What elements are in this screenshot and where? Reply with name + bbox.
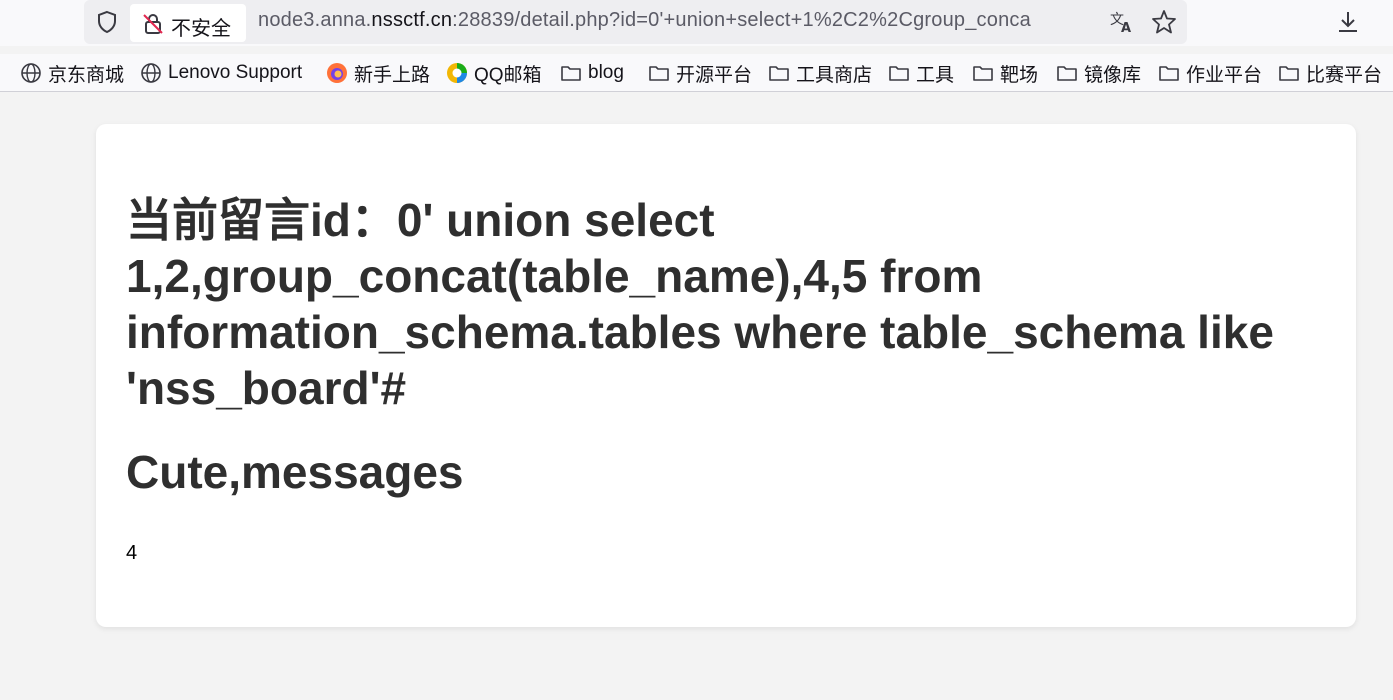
folder-icon: [561, 66, 581, 81]
bookmark-label: 比赛平台: [1306, 64, 1383, 86]
bookmark-item[interactable]: 工具: [888, 60, 954, 86]
bookmark-label: 工具: [916, 64, 955, 86]
folder-icon: [1057, 66, 1077, 81]
tracking-protection-shield-icon[interactable]: [94, 9, 120, 35]
bookmark-label: Lenovo Support: [168, 62, 303, 83]
bookmark-item[interactable]: 开源平台: [648, 60, 752, 86]
folder-icon: [1159, 66, 1179, 81]
globe-icon: [141, 63, 161, 83]
bookmarks-toolbar: 京东商城 Lenovo Support 新手上路 QQ邮箱 blog 开源平台 …: [0, 54, 1393, 92]
bookmark-label: 靶场: [1000, 64, 1039, 86]
bookmark-item[interactable]: 京东商城: [20, 60, 124, 86]
site-security-indicator[interactable]: 不安全: [130, 4, 246, 42]
bookmark-label: 京东商城: [48, 64, 125, 86]
bookmark-label: QQ邮箱: [474, 64, 542, 86]
insecure-lock-icon: [143, 14, 163, 34]
bookmark-item[interactable]: QQ邮箱: [446, 60, 542, 86]
qqmail-icon: [447, 63, 467, 83]
url-text[interactable]: node3.anna.nssctf.cn:28839/detail.php?id…: [258, 9, 1098, 37]
url-prefix: node3.anna.: [258, 9, 372, 31]
bookmark-item[interactable]: 新手上路: [326, 60, 430, 86]
message-card: 当前留言id：0' union select 1,2,group_concat(…: [96, 124, 1356, 627]
security-label: 不安全: [171, 16, 231, 40]
message-id-heading: 当前留言id：0' union select 1,2,group_concat(…: [126, 194, 1274, 414]
url-path: :28839/detail.php?id=0'+union+select+1%2…: [452, 9, 1031, 31]
browser-toolbar: 不安全 node3.anna.nssctf.cn:28839/detail.ph…: [0, 0, 1393, 46]
bookmark-item[interactable]: blog: [560, 60, 624, 86]
folder-icon: [649, 66, 669, 81]
svg-text:A: A: [1121, 21, 1131, 36]
message-content: 4: [126, 542, 138, 564]
firefox-icon: [327, 63, 347, 83]
bookmark-item[interactable]: 镜像库: [1056, 60, 1141, 86]
bookmark-star-icon[interactable]: [1150, 8, 1178, 36]
folder-icon: [769, 66, 789, 81]
folder-icon: [889, 66, 909, 81]
bookmark-label: 镜像库: [1084, 64, 1142, 86]
bookmark-label: 开源平台: [676, 64, 753, 86]
downloads-icon[interactable]: [1334, 8, 1362, 36]
bookmark-label: 工具商店: [796, 64, 873, 86]
url-domain: nssctf.cn: [371, 9, 453, 31]
bookmark-item[interactable]: 作业平台: [1158, 60, 1262, 86]
globe-icon: [21, 63, 41, 83]
translate-icon[interactable]: 文 A: [1108, 8, 1136, 36]
bookmark-label: 新手上路: [354, 64, 431, 86]
folder-icon: [1279, 66, 1299, 81]
bookmark-item[interactable]: Lenovo Support: [140, 60, 302, 86]
bookmark-item[interactable]: 靶场: [972, 60, 1038, 86]
message-title: Cute,messages: [126, 446, 464, 498]
folder-icon: [973, 66, 993, 81]
bookmark-item[interactable]: 比赛平台: [1278, 60, 1382, 86]
bookmark-item[interactable]: 工具商店: [768, 60, 872, 86]
bookmark-label: 作业平台: [1186, 64, 1263, 86]
bookmark-label: blog: [588, 62, 624, 83]
